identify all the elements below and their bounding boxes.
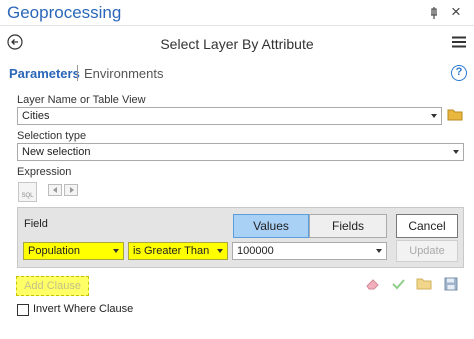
check-icon[interactable] — [391, 277, 406, 291]
eraser-icon[interactable] — [364, 277, 380, 291]
window-title: Geoprocessing — [7, 3, 122, 22]
chevron-down-icon — [113, 249, 119, 253]
help-icon[interactable]: ? — [451, 65, 467, 81]
layer-label: Layer Name or Table View — [17, 94, 146, 106]
field-select[interactable]: Population — [23, 242, 124, 260]
value-input-value: 100000 — [237, 245, 274, 257]
layer-combo[interactable]: Cities — [17, 107, 442, 125]
pin-icon[interactable] — [428, 6, 440, 20]
expression-forward-button[interactable] — [64, 184, 78, 196]
add-clause-button[interactable]: Add Clause — [16, 276, 89, 296]
operator-select[interactable]: is Greater Than — [128, 242, 228, 260]
fields-tab[interactable]: Fields — [309, 214, 387, 238]
tab-parameters[interactable]: Parameters — [9, 66, 80, 81]
field-select-value: Population — [28, 245, 80, 257]
chevron-down-icon — [453, 150, 459, 154]
sql-toggle-button[interactable]: SQL — [18, 182, 37, 202]
folder-icon[interactable] — [447, 108, 464, 122]
expression-back-button[interactable] — [48, 184, 62, 196]
expression-label: Expression — [17, 166, 72, 178]
menu-icon[interactable] — [452, 36, 466, 48]
cancel-button[interactable]: Cancel — [396, 214, 458, 238]
invert-where-clause-checkbox[interactable] — [17, 304, 29, 316]
update-button[interactable]: Update — [396, 240, 458, 262]
open-folder-icon[interactable] — [416, 277, 433, 291]
tool-title: Select Layer By Attribute — [160, 36, 314, 52]
save-icon[interactable] — [444, 277, 458, 291]
clause-field-label: Field — [24, 218, 48, 230]
selection-type-combo[interactable]: New selection — [17, 143, 464, 161]
values-tab[interactable]: Values — [233, 214, 309, 238]
selection-type-label: Selection type — [17, 130, 87, 142]
tab-divider — [77, 65, 78, 81]
selection-type-value: New selection — [22, 146, 91, 158]
tab-environments[interactable]: Environments — [84, 66, 163, 81]
close-icon[interactable]: × — [451, 2, 461, 22]
invert-where-clause-label: Invert Where Clause — [33, 303, 134, 315]
layer-value: Cities — [22, 110, 50, 122]
chevron-down-icon — [376, 249, 382, 253]
value-input[interactable]: 100000 — [232, 242, 387, 260]
chevron-down-icon — [431, 114, 437, 118]
chevron-down-icon — [217, 249, 223, 253]
operator-select-value: is Greater Than — [133, 245, 210, 257]
